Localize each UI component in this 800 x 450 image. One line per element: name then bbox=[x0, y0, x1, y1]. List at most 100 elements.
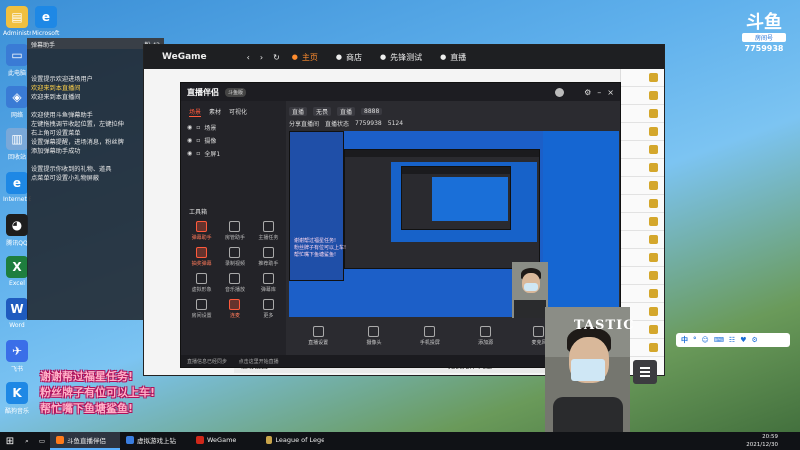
ime-icon[interactable]: ⚙ bbox=[751, 336, 757, 344]
toolbox-tool[interactable]: 推荐助手 bbox=[252, 247, 285, 267]
tool-icon bbox=[229, 221, 241, 232]
system-clock[interactable]: 20:59 2021/12/30 bbox=[746, 434, 778, 449]
info-chip[interactable]: 直播 bbox=[337, 106, 356, 116]
toolbox-tool[interactable]: 抽奖弹幕 bbox=[185, 247, 218, 267]
toolbox-tool[interactable]: 更多 bbox=[252, 299, 285, 319]
taskbar-app[interactable]: League of Legends bbox=[260, 432, 330, 450]
ime-icon[interactable]: ⌨ bbox=[714, 336, 724, 344]
avatar[interactable] bbox=[555, 87, 565, 97]
side-list-row[interactable] bbox=[621, 123, 664, 141]
scene-tab[interactable]: 可视化 bbox=[229, 107, 247, 117]
badge-icon bbox=[649, 91, 658, 100]
badge-icon bbox=[649, 253, 658, 262]
lock-icon[interactable]: ▫ bbox=[196, 124, 200, 131]
search-icon[interactable]: ⌕ bbox=[20, 437, 34, 446]
ime-toolbar[interactable]: 中 ° ☺ ⌨ ☷ ♥ ⚙ bbox=[676, 333, 790, 347]
wegame-tab[interactable]: ● 主页 bbox=[292, 52, 318, 63]
eye-icon[interactable]: ◉ bbox=[187, 124, 192, 131]
scene-tab[interactable]: 素材 bbox=[209, 107, 221, 117]
stream-control[interactable]: 直播设置 bbox=[308, 326, 328, 346]
windows-start-icon[interactable]: ⊞ bbox=[0, 436, 20, 447]
scene-tab[interactable]: 场景 bbox=[189, 107, 202, 117]
app-icon: ◈ bbox=[6, 86, 28, 108]
info-chip[interactable]: 无畏 bbox=[313, 106, 332, 116]
badge-icon bbox=[649, 109, 658, 118]
desktop-icon[interactable]: ✈ 飞书 bbox=[3, 340, 31, 373]
lock-icon[interactable]: ▫ bbox=[196, 137, 200, 144]
taskbar: ⊞ ⌕ ▭ 斗鱼直播伴侣 虚拟游戏上钻 WeGame League of Legend… bbox=[0, 432, 800, 450]
control-icon bbox=[480, 326, 492, 337]
desktop-icon[interactable]: e Microsoft Edge bbox=[32, 6, 60, 37]
desktop-icon[interactable]: K 酷狗音乐 bbox=[3, 382, 31, 415]
side-list-row[interactable] bbox=[621, 285, 664, 303]
stream-control[interactable]: 手机投屏 bbox=[420, 326, 440, 346]
tool-icon bbox=[196, 247, 208, 258]
app-icon bbox=[266, 436, 273, 444]
clock-date: 2021/12/30 bbox=[746, 441, 778, 448]
side-list-row[interactable] bbox=[621, 249, 664, 267]
eye-icon[interactable]: ◉ bbox=[187, 137, 192, 144]
side-list-row[interactable] bbox=[621, 231, 664, 249]
wegame-titlebar[interactable]: WeGame ‹ › ↻ ● 主页 ● 商店 ● 先锋测试 ● 直播 bbox=[144, 45, 664, 69]
tool-label: 弹幕库 bbox=[260, 287, 276, 293]
ime-icon[interactable]: 中 bbox=[681, 335, 688, 345]
settings-icon[interactable]: ⚙ bbox=[584, 88, 591, 97]
ime-icon[interactable]: ° bbox=[693, 336, 697, 344]
toolbox-tool[interactable]: 虚拟形象 bbox=[185, 273, 218, 293]
scene-item[interactable]: ◉ ▫ 全屏1 bbox=[181, 147, 286, 160]
side-list-row[interactable] bbox=[621, 195, 664, 213]
desktop-icon[interactable]: ▤ Administrator bbox=[3, 6, 31, 37]
toolbox-tool[interactable]: 连麦 bbox=[218, 299, 251, 319]
taskbar-app[interactable]: 虚拟游戏上钻 bbox=[120, 432, 190, 450]
status-hint[interactable]: 点击这里开始直播 bbox=[239, 359, 279, 365]
hamburger-menu-button[interactable] bbox=[633, 360, 657, 384]
wegame-tab[interactable]: ● 商店 bbox=[336, 52, 362, 63]
stream-control[interactable]: 摄像头 bbox=[366, 326, 382, 346]
tool-icon bbox=[262, 299, 274, 310]
side-list-row[interactable] bbox=[621, 177, 664, 195]
stream-control[interactable]: 添加源 bbox=[478, 326, 493, 346]
toolbox-tool[interactable]: 房管助手 bbox=[218, 221, 251, 241]
side-list-row[interactable] bbox=[621, 159, 664, 177]
side-list-row[interactable] bbox=[621, 213, 664, 231]
toolbox-tool[interactable]: 录制视频 bbox=[218, 247, 251, 267]
scene-item[interactable]: ◉ ▫ 摄像 bbox=[181, 134, 286, 147]
taskbar-app[interactable]: 斗鱼直播伴侣 bbox=[50, 432, 120, 450]
partner-badge: 斗鱼版 bbox=[225, 87, 247, 97]
toolbox-tool[interactable]: 主播任务 bbox=[252, 221, 285, 241]
toolbox-tool[interactable]: 房间设置 bbox=[185, 299, 218, 319]
side-list-row[interactable] bbox=[621, 87, 664, 105]
webcam-small bbox=[512, 262, 548, 318]
lock-icon[interactable]: ▫ bbox=[196, 150, 200, 157]
tool-icon bbox=[229, 273, 241, 284]
ime-icon[interactable]: ☷ bbox=[729, 336, 735, 344]
side-list-row[interactable] bbox=[621, 105, 664, 123]
partner-titlebar[interactable]: 直播伴侣 斗鱼版 ⚙ – × bbox=[181, 83, 620, 101]
tool-label: 房间设置 bbox=[191, 313, 212, 319]
toolbox-tool[interactable]: 弹幕库 bbox=[252, 273, 285, 293]
eye-icon[interactable]: ◉ bbox=[187, 150, 192, 157]
toolbox-tool[interactable]: 音乐播放 bbox=[218, 273, 251, 293]
info-chip[interactable]: 8888 bbox=[361, 107, 383, 115]
forward-icon[interactable]: › bbox=[260, 53, 263, 62]
close-icon[interactable]: × bbox=[607, 88, 614, 97]
wegame-tab[interactable]: ● 直播 bbox=[440, 52, 466, 63]
taskbar-app[interactable]: WeGame bbox=[190, 432, 260, 450]
wegame-tab[interactable]: ● 先锋测试 bbox=[380, 52, 422, 63]
toolbox-tool[interactable]: 弹幕助手 bbox=[185, 221, 218, 241]
stream-preview: 谢谢帮过福星任务! 粉丝牌子有位可以上车! 帮忙嘴下鱼塘鲨鱼! bbox=[289, 131, 619, 317]
ime-icon[interactable]: ☺ bbox=[702, 336, 709, 344]
toolbox-title: 工具箱 bbox=[189, 209, 208, 216]
info-chip[interactable]: 直播 bbox=[289, 106, 308, 116]
side-list-row[interactable] bbox=[621, 141, 664, 159]
back-icon[interactable]: ‹ bbox=[247, 53, 250, 62]
side-list-row[interactable] bbox=[621, 69, 664, 87]
desktop-icon-label: 飞书 bbox=[10, 366, 23, 373]
side-list-row[interactable] bbox=[621, 267, 664, 285]
ime-icon[interactable]: ♥ bbox=[740, 336, 746, 344]
minimize-icon[interactable]: – bbox=[597, 88, 601, 97]
task-view-icon[interactable]: ▭ bbox=[34, 437, 50, 445]
scene-item[interactable]: ◉ ▫ 场景 bbox=[181, 121, 286, 134]
refresh-icon[interactable]: ↻ bbox=[273, 53, 280, 62]
tool-label: 音乐播放 bbox=[224, 287, 245, 293]
